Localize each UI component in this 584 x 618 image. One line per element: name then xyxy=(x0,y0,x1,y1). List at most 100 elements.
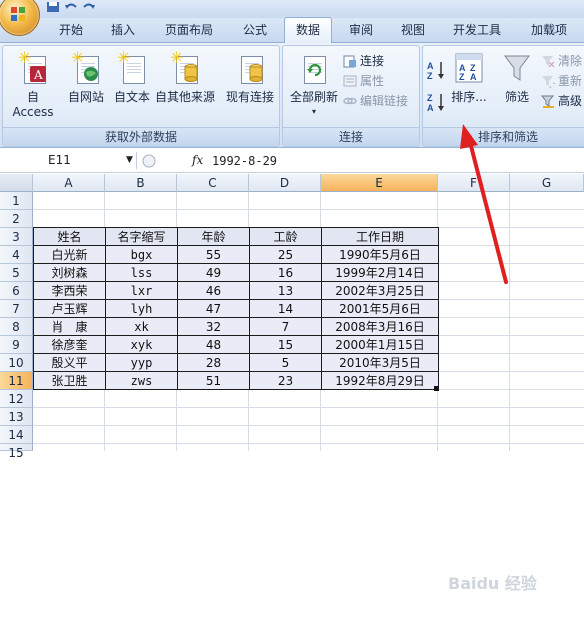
cell[interactable]: lxr xyxy=(105,281,178,300)
cell[interactable]: 卢玉辉 xyxy=(33,299,106,318)
row-header[interactable]: 9 xyxy=(0,336,33,354)
save-icon[interactable] xyxy=(46,1,60,13)
clear-button[interactable]: 清除 xyxy=(541,52,582,70)
cell[interactable]: yyp xyxy=(105,353,178,372)
edit-links-button[interactable]: 编辑链接 xyxy=(343,92,408,110)
from-other-sources-button[interactable]: ✳ 自其他来源 xyxy=(153,50,217,105)
column-header-e[interactable]: E xyxy=(321,174,438,192)
sort-button[interactable]: A Z Z A 排序... xyxy=(449,52,489,105)
column-header-f[interactable]: F xyxy=(438,174,510,192)
row-header[interactable]: 10 xyxy=(0,354,33,372)
cell[interactable]: 28 xyxy=(177,353,250,372)
worksheet-grid[interactable]: A B C D E F G 1 2 3 4 5 6 7 8 9 10 11 12… xyxy=(0,174,584,593)
tab-page-layout[interactable]: 页面布局 xyxy=(158,18,220,42)
cell[interactable]: 14 xyxy=(249,299,322,318)
cell[interactable]: zws xyxy=(105,371,178,390)
cell[interactable]: 2001年5月6日 xyxy=(321,299,439,318)
row-header[interactable]: 1 xyxy=(0,192,33,210)
cell[interactable]: xk xyxy=(105,317,178,336)
column-header-a[interactable]: A xyxy=(33,174,105,192)
column-header-g[interactable]: G xyxy=(510,174,584,192)
cell[interactable]: 2002年3月25日 xyxy=(321,281,439,300)
cell[interactable]: 23 xyxy=(249,371,322,390)
cell[interactable]: 25 xyxy=(249,245,322,264)
fill-handle[interactable] xyxy=(434,386,439,391)
row-header[interactable]: 13 xyxy=(0,408,33,426)
cell[interactable]: 肖 康 xyxy=(33,317,106,336)
filter-button[interactable]: 筛选 xyxy=(499,52,535,105)
cell[interactable]: lss xyxy=(105,263,178,282)
cell[interactable]: 殷义平 xyxy=(33,353,106,372)
cell[interactable]: 1992年8月29日 xyxy=(321,371,439,390)
tab-view[interactable]: 视图 xyxy=(390,18,436,42)
from-web-button[interactable]: ✳ 自网站 xyxy=(63,50,109,105)
cell[interactable]: 51 xyxy=(177,371,250,390)
cell[interactable]: xyk xyxy=(105,335,178,354)
tab-insert[interactable]: 插入 xyxy=(100,18,146,42)
header-cell-initials[interactable]: 名字缩写 xyxy=(105,227,178,246)
name-box-dropdown-icon[interactable]: ▼ xyxy=(126,152,133,169)
tab-developer[interactable]: 开发工具 xyxy=(446,18,508,42)
row-header[interactable]: 14 xyxy=(0,426,33,444)
select-all-corner[interactable] xyxy=(0,174,33,192)
row-header[interactable]: 11 xyxy=(0,372,33,390)
cell[interactable]: 48 xyxy=(177,335,250,354)
undo-icon[interactable] xyxy=(64,1,78,13)
advanced-button[interactable]: 高级 xyxy=(541,92,582,110)
tab-addins[interactable]: 加载项 xyxy=(518,18,580,42)
row-header[interactable]: 5 xyxy=(0,264,33,282)
cell[interactable]: 李西荣 xyxy=(33,281,106,300)
header-cell-age[interactable]: 年龄 xyxy=(177,227,250,246)
cell[interactable]: 张卫胜 xyxy=(33,371,106,390)
from-access-button[interactable]: ✳ A 自 Access xyxy=(5,50,61,120)
formula-input[interactable]: 1992-8-29 xyxy=(212,152,277,170)
cell[interactable]: 1990年5月6日 xyxy=(321,245,439,264)
row-header[interactable]: 15 xyxy=(0,444,33,460)
cell[interactable]: bgx xyxy=(105,245,178,264)
header-cell-name[interactable]: 姓名 xyxy=(33,227,106,246)
cell[interactable]: 5 xyxy=(249,353,322,372)
cell[interactable]: 16 xyxy=(249,263,322,282)
row-header[interactable]: 7 xyxy=(0,300,33,318)
connections-button[interactable]: 连接 xyxy=(343,52,384,70)
cell[interactable]: 47 xyxy=(177,299,250,318)
cell[interactable]: 49 xyxy=(177,263,250,282)
insert-function-icon[interactable]: fx xyxy=(192,153,203,167)
reapply-button[interactable]: 重新 xyxy=(541,72,582,90)
cell[interactable]: 1999年2月14日 xyxy=(321,263,439,282)
tab-data[interactable]: 数据 xyxy=(284,17,332,44)
cell[interactable]: 13 xyxy=(249,281,322,300)
cell[interactable]: 刘树森 xyxy=(33,263,106,282)
column-header-d[interactable]: D xyxy=(249,174,321,192)
cell[interactable]: 2008年3月16日 xyxy=(321,317,439,336)
redo-icon[interactable] xyxy=(82,1,96,13)
header-cell-seniority[interactable]: 工龄 xyxy=(249,227,322,246)
cell[interactable]: 2000年1月15日 xyxy=(321,335,439,354)
sort-descending-icon[interactable]: ZA xyxy=(427,92,445,112)
cell[interactable]: 2010年3月5日 xyxy=(321,353,439,372)
tab-review[interactable]: 审阅 xyxy=(338,18,384,42)
refresh-all-button[interactable]: 全部刷新 ▾ xyxy=(287,52,341,116)
cell[interactable]: 徐彦奎 xyxy=(33,335,106,354)
cell[interactable]: 15 xyxy=(249,335,322,354)
tab-formulas[interactable]: 公式 xyxy=(232,18,278,42)
existing-connections-button[interactable]: 现有连接 xyxy=(223,52,277,105)
cell[interactable]: lyh xyxy=(105,299,178,318)
name-box[interactable]: E11 ▼ xyxy=(0,152,137,169)
row-header[interactable]: 6 xyxy=(0,282,33,300)
column-header-b[interactable]: B xyxy=(105,174,177,192)
cell[interactable]: 32 xyxy=(177,317,250,336)
row-header[interactable]: 8 xyxy=(0,318,33,336)
row-header[interactable]: 4 xyxy=(0,246,33,264)
sort-ascending-icon[interactable]: AZ xyxy=(427,60,445,80)
cell[interactable]: 55 xyxy=(177,245,250,264)
header-cell-work-date[interactable]: 工作日期 xyxy=(321,227,439,246)
row-header[interactable]: 3 xyxy=(0,228,33,246)
row-header[interactable]: 2 xyxy=(0,210,33,228)
from-text-button[interactable]: ✳ 自文本 xyxy=(109,50,155,105)
column-header-c[interactable]: C xyxy=(177,174,249,192)
row-header[interactable]: 12 xyxy=(0,390,33,408)
cell[interactable]: 白光新 xyxy=(33,245,106,264)
cell[interactable]: 7 xyxy=(249,317,322,336)
cell[interactable]: 46 xyxy=(177,281,250,300)
